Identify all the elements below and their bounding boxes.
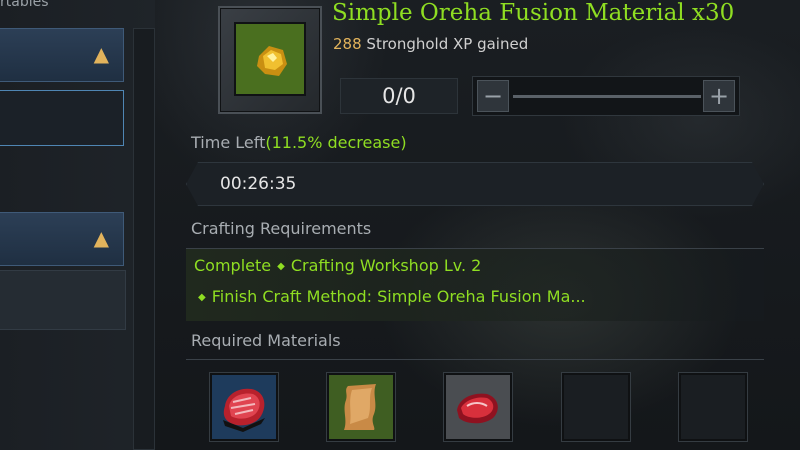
time-left-value: 00:26:35 xyxy=(220,174,297,194)
material-slot-empty xyxy=(562,373,630,441)
selected-recipe-item[interactable] xyxy=(0,90,124,146)
material-slot-meat[interactable] xyxy=(210,373,278,441)
requirement-text: Finish Craft Method: Simple Oreha Fusion… xyxy=(211,287,586,306)
divider xyxy=(186,359,764,360)
list-title: rtables xyxy=(0,0,49,10)
chevron-up-icon: ▲ xyxy=(93,226,109,250)
xp-value: 288 xyxy=(333,35,362,53)
quantity-slider[interactable]: − + xyxy=(472,76,740,116)
crafting-requirements-label: Crafting Requirements xyxy=(191,219,372,238)
recipe-item[interactable] xyxy=(0,270,126,330)
category-header[interactable]: ▲ xyxy=(0,212,124,266)
time-left-label: Time Left xyxy=(191,133,266,152)
requirement-craft-method: ◆ Finish Craft Method: Simple Oreha Fusio… xyxy=(194,287,586,306)
time-left-label-row: Time Left(11.5% decrease) xyxy=(191,133,407,152)
quantity-display: 0/0 xyxy=(340,78,458,114)
decrease-quantity-button[interactable]: − xyxy=(477,80,509,112)
xp-gained-line: 288 Stronghold XP gained xyxy=(333,35,528,53)
diamond-bullet-icon: ◆ xyxy=(277,261,285,272)
material-slot-hide[interactable] xyxy=(327,373,395,441)
oreha-fusion-material-icon xyxy=(257,46,287,76)
requirement-text: Crafting Workshop Lv. 2 xyxy=(290,256,482,275)
material-slot-empty xyxy=(679,373,747,441)
requirement-workshop: Complete ◆ Crafting Workshop Lv. 2 xyxy=(194,256,481,275)
requirement-status: Complete xyxy=(194,256,272,275)
leather-hide-icon xyxy=(344,384,376,430)
category-header[interactable]: ▲ xyxy=(0,28,124,82)
recipe-list-panel: rtables ▲ ▲ xyxy=(0,0,155,450)
increase-quantity-button[interactable]: + xyxy=(703,80,735,112)
diamond-bullet-icon: ◆ xyxy=(198,292,206,303)
chevron-up-icon: ▲ xyxy=(93,42,109,66)
xp-text: Stronghold XP gained xyxy=(366,35,529,53)
time-decrease: (11.5% decrease) xyxy=(265,133,407,152)
raw-meat-icon xyxy=(457,393,498,424)
item-slot xyxy=(234,22,306,96)
item-title: Simple Oreha Fusion Material x30 xyxy=(332,0,735,26)
meat-icon xyxy=(223,388,265,432)
required-materials-label: Required Materials xyxy=(191,331,341,350)
slider-track[interactable] xyxy=(513,95,701,98)
scrollbar[interactable] xyxy=(133,28,155,450)
material-slot-raw-meat[interactable] xyxy=(444,373,512,441)
item-icon-frame xyxy=(218,6,322,114)
